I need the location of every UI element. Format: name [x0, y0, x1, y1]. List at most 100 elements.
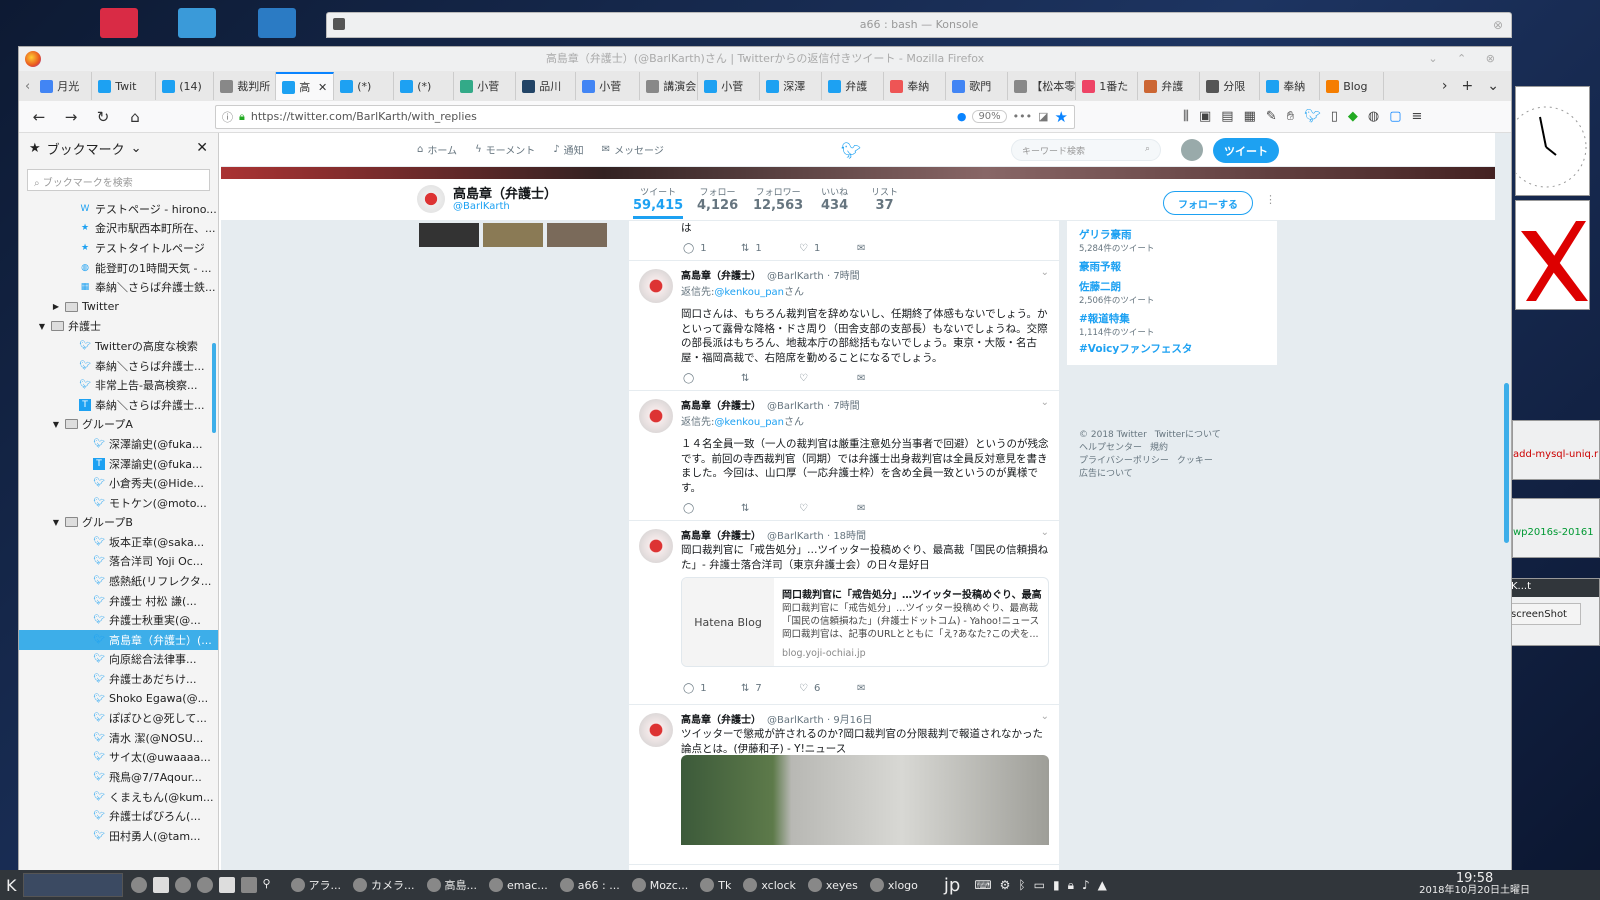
bookmark-item[interactable]: 🐦︎ 小倉秀夫(@Hide... [19, 473, 218, 493]
bookmark-item[interactable]: ◍ 能登町の1時間天気 - ... [19, 258, 218, 278]
bookmark-folder[interactable]: ▼ グループA [19, 415, 218, 435]
bookmark-item[interactable]: 🐦︎ 弁護士 村松 謙(... [19, 591, 218, 611]
tab-9[interactable]: 小菅 [576, 72, 641, 100]
tab-1[interactable]: Twit [92, 72, 157, 100]
retweet-action[interactable]: ⇅ [741, 373, 799, 384]
tab-11[interactable]: 小菅 [698, 72, 761, 100]
footer-link[interactable]: プライバシーポリシー [1079, 456, 1169, 466]
chevron-down-icon[interactable]: ⌄ [1041, 267, 1049, 278]
tweet[interactable]: 高島章（弁護士） @BarlKarth · 18時間 ⌄ 岡口裁判官に「戒告処分」…ツ… [629, 521, 1059, 705]
xlogo-window[interactable] [1515, 200, 1590, 310]
tweet-author[interactable]: 高島章（弁護士） [681, 715, 761, 726]
tweet-author[interactable]: 高島章（弁護士） [681, 271, 761, 282]
footer-link[interactable]: クッキー [1177, 456, 1213, 466]
bookmark-item[interactable]: T 奉納＼さらば弁護士... [19, 395, 218, 415]
footer-link[interactable]: © 2018 Twitter [1079, 430, 1147, 440]
stat-1[interactable]: フォロー 4,126 [697, 185, 738, 213]
bookmark-item[interactable]: 🐦︎ ぽぽひと@死して... [19, 708, 218, 728]
reply-mention[interactable]: @kenkou_pan [714, 287, 784, 298]
ime-label[interactable]: jp [944, 875, 960, 896]
library-icon[interactable]: ⫼ [1183, 109, 1189, 124]
tweet-handle[interactable]: @BarlKarth [767, 531, 824, 542]
nav-messages[interactable]: ✉ メッセージ [602, 142, 664, 157]
footer-link[interactable]: 広告について [1079, 469, 1133, 479]
bookmark-star-icon[interactable]: ★ [1055, 108, 1068, 126]
tab-10[interactable]: 講演会 [640, 72, 699, 100]
twitter-search-input[interactable]: キーワード検索 ⌕ [1011, 139, 1161, 161]
bookmark-item[interactable]: 🐦︎ 非常上告-最高検察... [19, 375, 218, 395]
pocket-icon[interactable]: ◪ [1038, 110, 1048, 123]
page-scrollbar[interactable] [1504, 383, 1509, 543]
clipboard-icon[interactable]: ▯ [1331, 109, 1338, 124]
bookmark-item[interactable]: 🐦︎ 弁護士ぱびろん(... [19, 806, 218, 826]
window-controls[interactable]: ⌄ ⌃ ⊗ [1428, 47, 1503, 71]
bookmark-item[interactable]: 🐦︎ Twitterの高度な検索 [19, 336, 218, 356]
reply-action[interactable]: ◯ 1 [683, 683, 741, 694]
tweet[interactable]: は ◯ 1 ⇅ 1 ♡ 1 ✉ [629, 221, 1059, 261]
bluetooth-icon[interactable]: ᛒ [1018, 878, 1025, 893]
task-item[interactable]: Mozc... [626, 870, 695, 900]
bookmark-item[interactable]: 🐦︎ くまえもん(@kum... [19, 787, 218, 807]
bookmark-item[interactable]: T 深澤諭史(@fuka... [19, 454, 218, 474]
tab-14[interactable]: 奉納 [884, 72, 947, 100]
dm-action[interactable]: ✉ [857, 243, 915, 254]
toggle-icon[interactable]: ● [957, 110, 967, 123]
url-bar[interactable]: ⓘ 🔒︎ https://twitter.com/BarlKarth/with_… [215, 104, 1075, 129]
task-item[interactable]: xclock [737, 870, 802, 900]
bookmark-item[interactable]: 🐦︎ 感熱紙(リフレクタ... [19, 571, 218, 591]
bookmark-item[interactable]: W テストページ - hirono... [19, 199, 218, 219]
app-launcher-icon[interactable] [174, 877, 191, 893]
bookmark-item[interactable]: 🐦︎ 田村勇人(@tam... [19, 826, 218, 846]
new-tab-icon[interactable]: + [1462, 78, 1474, 94]
trend-item[interactable]: #報道特集 1,114件のツイート [1079, 311, 1154, 338]
bookmark-item[interactable]: 🐦︎ Shoko Egawa(@... [19, 689, 218, 709]
tab-7[interactable]: 小菅 [454, 72, 517, 100]
keyboard-icon[interactable]: ⌨ [974, 878, 991, 893]
bookmark-item[interactable]: 🐦︎ 清水 潔(@NOSU... [19, 728, 218, 748]
like-action[interactable]: ♡ 1 [799, 243, 857, 254]
tab-16[interactable]: 【松本零 [1008, 72, 1077, 100]
twitter-bird-icon[interactable]: 🐦︎ [841, 141, 861, 160]
task-item[interactable]: アラ... [285, 870, 348, 900]
follow-button[interactable]: フォローする [1163, 191, 1253, 215]
desktop-icon-home[interactable] [178, 8, 216, 38]
reply-action[interactable]: ◯ 1 [683, 243, 741, 254]
media-thumbnail[interactable] [483, 223, 543, 247]
tweet[interactable]: 高島章（弁護士） @BarlKarth · 9月16日 ⌄ ツイッターで懲戒が許される… [629, 705, 1059, 865]
tweet-time[interactable]: 7時間 [833, 401, 859, 412]
trend-item[interactable]: 佐藤二朗 2,506件のツイート [1079, 279, 1154, 306]
tab-3[interactable]: 裁判所 [214, 72, 277, 100]
emacs-launcher-icon[interactable] [196, 877, 213, 893]
retweet-action[interactable]: ⇅ 1 [741, 243, 799, 254]
more-icon[interactable]: ⋮ [1265, 193, 1276, 206]
pen-icon[interactable]: ✎ [1266, 109, 1277, 124]
like-action[interactable]: ♡ [799, 503, 857, 514]
home-icon[interactable]: ⌂ [123, 105, 147, 129]
retweet-action[interactable]: ⇅ 7 [741, 683, 799, 694]
menu-icon[interactable]: ≡ [1412, 109, 1423, 124]
tab-15[interactable]: 歌門 [946, 72, 1009, 100]
tab-19[interactable]: 分限 [1200, 72, 1261, 100]
bookmark-item[interactable]: 🐦︎ 奉納＼さらば弁護士... [19, 356, 218, 376]
footer-link[interactable]: 規約 [1150, 443, 1168, 453]
tweet-avatar[interactable] [639, 399, 673, 433]
clock[interactable]: 19:58 2018年10月20日土曜日 [1419, 872, 1600, 897]
keyboard-launcher-icon[interactable] [240, 877, 257, 893]
kde-menu-icon[interactable]: K [0, 876, 23, 895]
pager[interactable] [22, 873, 123, 897]
info-icon[interactable]: ⓘ [222, 109, 233, 125]
profile-name[interactable]: 高島章（弁護士） [453, 183, 557, 202]
monitor-icon[interactable]: ▭ [1034, 878, 1045, 893]
sidebar-scrollbar[interactable] [212, 343, 216, 433]
task-item[interactable]: カメラ... [347, 870, 421, 900]
task-item[interactable]: Tk [694, 870, 737, 900]
expander-icon[interactable]: ▶ [51, 301, 61, 313]
retweet-action[interactable]: ⇅ [741, 503, 799, 514]
tweet-avatar[interactable] [639, 529, 673, 563]
expander-icon[interactable]: ▼ [37, 320, 47, 332]
reply-action[interactable]: ◯ [683, 373, 741, 384]
tweet-author[interactable]: 高島章（弁護士） [681, 531, 761, 542]
task-item[interactable]: emac... [483, 870, 554, 900]
task-item[interactable]: a66 : ... [554, 870, 626, 900]
tab-5[interactable]: (*) [334, 72, 395, 100]
